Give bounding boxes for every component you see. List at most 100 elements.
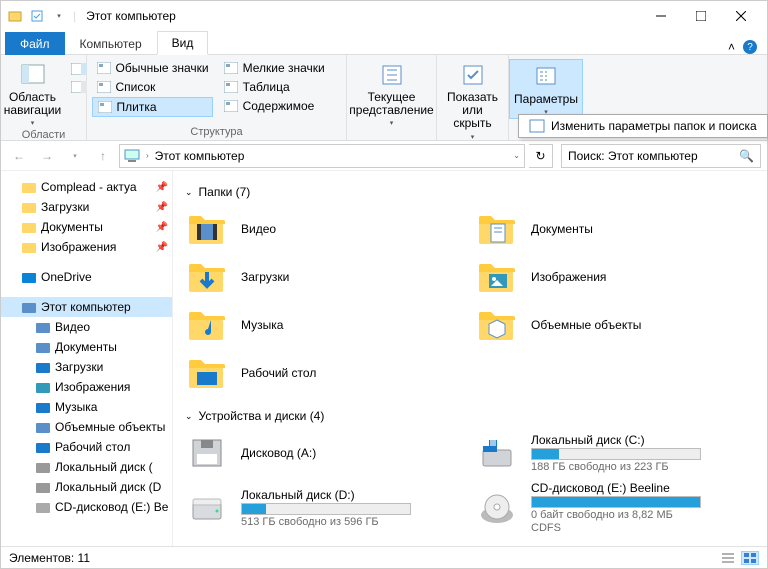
img-icon [35,379,51,395]
search-box[interactable]: Поиск: Этот компьютер 🔍 [561,144,761,168]
drives-group-header[interactable]: ⌄Устройства и диски (4) [185,409,755,423]
nav-tree[interactable]: Complead - актуа📌Загрузки📌Документы📌Изоб… [1,171,173,546]
folder-item[interactable]: Музыка [185,303,465,347]
drive-item[interactable]: Дисковод (A:) [185,431,465,475]
layout-icon [223,98,239,114]
tiles-view-button[interactable] [741,551,759,565]
properties-icon[interactable] [29,8,45,24]
down-icon [35,359,51,375]
refresh-button[interactable]: ↻ [529,144,553,168]
tree-item[interactable]: Этот компьютер [1,297,172,317]
forward-button[interactable]: → [35,144,59,168]
down-icon [187,257,227,297]
window-title: Этот компьютер [86,9,176,23]
options-popup-icon [529,119,545,133]
usage-bar [531,448,701,460]
tree-item[interactable]: Локальный диск ( [1,457,172,477]
titlebar: ▾ | Этот компьютер [1,1,767,31]
item-count: Элементов: 11 [9,551,90,565]
layout-icon [96,60,112,76]
tree-item[interactable]: Музыка [1,397,172,417]
ribbon-expand-icon[interactable]: ˄ [728,40,735,54]
maximize-button[interactable] [681,1,721,31]
view-Таблица[interactable]: Таблица [219,78,329,96]
checkbox-icon [459,61,487,89]
drive-icon [35,459,51,475]
folder-item[interactable]: Объемные объекты [475,303,755,347]
tree-item[interactable]: Загрузки📌 [1,197,172,217]
group-label-structure: Структура [190,126,242,138]
3d-icon [477,305,517,345]
tab-view[interactable]: Вид [157,31,209,55]
tree-item[interactable]: Загрузки [1,357,172,377]
tab-file[interactable]: Файл [5,32,65,55]
back-button[interactable]: ← [7,144,31,168]
tree-item[interactable]: Документы [1,337,172,357]
nav-pane-button[interactable]: Область навигации ▾ [0,59,65,129]
folder-item[interactable]: Видео [185,207,465,251]
layout-icon [96,79,112,95]
history-dropdown[interactable]: ▾ [63,144,87,168]
folder-item[interactable]: Документы [475,207,755,251]
preview-pane-icon[interactable] [71,63,87,75]
search-icon: 🔍 [739,149,754,163]
drive-item[interactable]: Локальный диск (C:)188 ГБ свободно из 22… [475,431,755,475]
group-label-areas: Области [22,129,66,141]
drive-item[interactable]: Локальный диск (D:)513 ГБ свободно из 59… [185,479,465,536]
view-Список[interactable]: Список [92,78,213,96]
tree-item[interactable]: CD-дисковод (E:) Ве [1,497,172,517]
folder-icon [21,219,37,235]
show-hide-button[interactable]: Показать или скрыть ▾ [443,59,502,143]
folders-group-header[interactable]: ⌄Папки (7) [185,185,755,199]
current-view-button[interactable]: Текущее представление ▾ [345,59,437,129]
tree-item[interactable]: OneDrive [1,267,172,287]
layout-icon [223,79,239,95]
minimize-button[interactable] [641,1,681,31]
sort-icon [378,61,406,89]
content-pane[interactable]: ⌄Папки (7) ВидеоДокументыЗагрузкиИзображ… [173,171,767,546]
tree-item[interactable]: Изображения [1,377,172,397]
view-Мелкие значки[interactable]: Мелкие значки [219,59,329,77]
layout-icon [223,60,239,76]
details-view-button[interactable] [719,551,737,565]
nav-pane-icon [19,61,47,89]
view-Обычные значки[interactable]: Обычные значки [92,59,213,77]
layout-icon [97,99,113,115]
drive-item[interactable]: CD-дисковод (E:) Beeline0 байт свободно … [475,479,755,536]
video-icon [187,209,227,249]
usage-bar [531,496,701,508]
qat-dropdown-icon[interactable]: ▾ [51,8,67,24]
video-icon [35,319,51,335]
options-button[interactable]: Параметры ▾ [509,59,583,119]
help-icon[interactable]: ? [743,40,757,54]
drive-icon [35,479,51,495]
onedrive-icon [21,269,37,285]
folder-item[interactable]: Рабочий стол [185,351,465,395]
tree-item[interactable]: Объемные объекты [1,417,172,437]
pin-icon: 📌 [156,202,168,213]
view-Плитка[interactable]: Плитка [92,97,213,117]
folder-icon [21,179,37,195]
folder-item[interactable]: Изображения [475,255,755,299]
pin-icon: 📌 [156,182,168,193]
docs-icon [35,339,51,355]
tree-item[interactable]: Документы📌 [1,217,172,237]
desk-icon [35,439,51,455]
tree-item[interactable]: Complead - актуа📌 [1,177,172,197]
tree-item[interactable]: Локальный диск (D [1,477,172,497]
tree-item[interactable]: Видео [1,317,172,337]
floppy-icon [187,433,227,473]
breadcrumb[interactable]: › Этот компьютер ⌄ [119,144,525,168]
cd-icon [35,499,51,515]
view-Содержимое[interactable]: Содержимое [219,97,329,115]
tree-item[interactable]: Рабочий стол [1,437,172,457]
pin-icon: 📌 [156,242,168,253]
folder-item[interactable]: Загрузки [185,255,465,299]
details-pane-icon[interactable] [71,81,87,93]
up-button[interactable]: ↑ [91,144,115,168]
options-popup[interactable]: Изменить параметры папок и поиска [518,114,768,138]
tree-item[interactable]: Изображения📌 [1,237,172,257]
folder-icon [21,199,37,215]
tab-computer[interactable]: Компьютер [65,32,157,55]
close-button[interactable] [721,1,761,31]
